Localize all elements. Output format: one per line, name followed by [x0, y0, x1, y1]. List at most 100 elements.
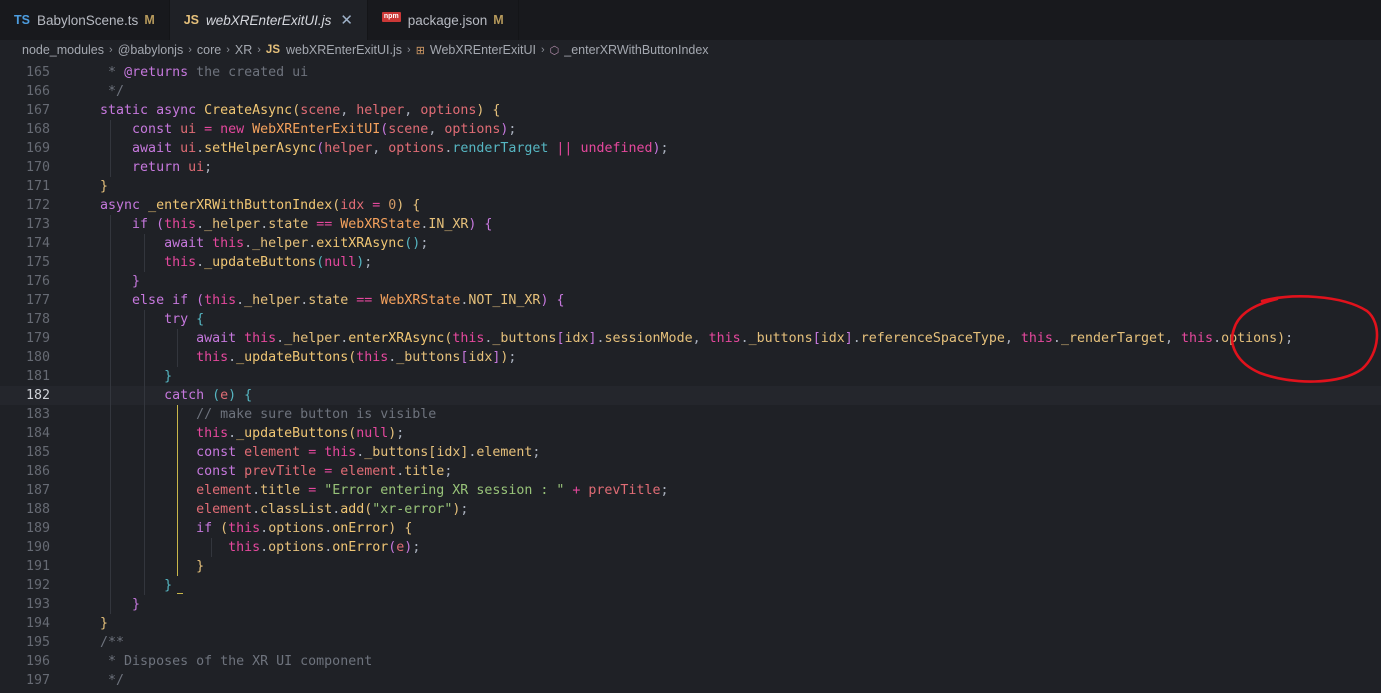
code-line[interactable]: 191 } — [0, 557, 1381, 576]
code-token: } — [100, 179, 109, 194]
code-line[interactable]: 183 // make sure button is visible — [0, 405, 1381, 424]
tab-0[interactable]: TS BabylonScene.ts M — [0, 0, 170, 40]
indent-guide — [177, 329, 178, 367]
code-token: await — [196, 331, 245, 346]
code-token: try — [164, 312, 197, 327]
code-line[interactable]: 173 if (this._helper.state == WebXRState… — [0, 215, 1381, 234]
code-line[interactable]: 165 * @returns the created ui — [0, 63, 1381, 82]
code-token: ( — [196, 293, 205, 308]
code-token: options — [268, 540, 325, 555]
line-number: 189 — [25, 521, 50, 536]
code-line[interactable]: 168 const ui = new WebXREnterExitUI(scen… — [0, 120, 1381, 139]
line-code: } — [76, 576, 172, 595]
code-line[interactable]: 184 this._updateButtons(null); — [0, 424, 1381, 443]
breadcrumb-item-3[interactable]: XR — [235, 43, 252, 57]
code-token: ; — [396, 426, 405, 441]
breadcrumb-label: @babylonjs — [117, 43, 184, 57]
code-token: { — [404, 521, 413, 536]
code-line[interactable]: 178 try { — [0, 310, 1381, 329]
code-line[interactable]: 169 await ui.setHelperAsync(helper, opti… — [0, 139, 1381, 158]
line-number: 168 — [25, 122, 50, 137]
code-line[interactable]: 179 await this._helper.enterXRAsync(this… — [0, 329, 1381, 348]
tab-2[interactable]: npm package.json M — [368, 0, 519, 40]
line-number: 183 — [25, 407, 50, 422]
breadcrumb-item-1[interactable]: @babylonjs — [118, 43, 184, 57]
code-line[interactable]: 181 } — [0, 367, 1381, 386]
chevron-right-icon: › — [188, 44, 192, 56]
code-token: ) — [468, 217, 485, 232]
breadcrumb-item-0[interactable]: node_modules — [22, 43, 104, 57]
code-token: await — [164, 236, 213, 251]
code-line[interactable]: 176 } — [0, 272, 1381, 291]
code-line[interactable]: 193 } — [0, 595, 1381, 614]
close-icon[interactable]: ✕ — [340, 11, 353, 29]
code-line[interactable]: 186 const prevTitle = element.title; — [0, 462, 1381, 481]
line-number: 190 — [25, 540, 50, 555]
code-line[interactable]: 188 element.classList.add("xr-error"); — [0, 500, 1381, 519]
code-line[interactable]: 166 */ — [0, 82, 1381, 101]
code-token: idx — [564, 331, 589, 346]
code-token: async — [156, 103, 205, 118]
code-editor[interactable]: 165 * @returns the created ui 166 */167 s… — [0, 60, 1381, 693]
code-token: . — [196, 255, 205, 270]
code-line[interactable]: 170 return ui; — [0, 158, 1381, 177]
code-line[interactable]: 167 static async CreateAsync(scene, help… — [0, 101, 1381, 120]
breadcrumb-item-4[interactable]: JS webXREnterExitUI.js — [266, 43, 402, 57]
line-number: 172 — [25, 198, 50, 213]
code-line[interactable]: 172 async _enterXRWithButtonIndex(idx = … — [0, 196, 1381, 215]
code-line[interactable]: 194 } — [0, 614, 1381, 633]
tab-1[interactable]: JS webXREnterExitUI.js ✕ — [169, 0, 368, 40]
code-token: ( — [212, 388, 221, 403]
code-token: this — [164, 255, 197, 270]
line-code: // make sure button is visible — [76, 405, 436, 424]
line-code: const element = this._buttons[idx].eleme… — [76, 443, 540, 462]
code-token: } — [164, 578, 173, 593]
code-token: static — [100, 103, 157, 118]
code-line[interactable]: 195 /** — [0, 633, 1381, 652]
code-token: idx — [340, 198, 373, 213]
line-number: 180 — [25, 350, 50, 365]
code-token: } — [132, 597, 141, 612]
line-code: } — [76, 595, 140, 614]
code-token: ) — [540, 293, 557, 308]
code-token: * Disposes of the XR UI component — [108, 654, 373, 669]
code-line[interactable]: 189 if (this.options.onError) { — [0, 519, 1381, 538]
breadcrumb: node_modules › @babylonjs › core › XR › JS webXRE… — [0, 40, 1381, 60]
code-line[interactable]: 177 else if (this._helper.state == WebXR… — [0, 291, 1381, 310]
code-line[interactable]: 192 } — [0, 576, 1381, 595]
code-token: scene — [300, 103, 341, 118]
breadcrumb-item-6[interactable]: ⬡ _enterXRWithButtonIndex — [550, 43, 709, 57]
code-token: ] — [844, 331, 853, 346]
code-token: WebXREnterExitUI — [252, 122, 381, 137]
code-token: = — [324, 464, 341, 479]
line-code: this.options.onError(e); — [76, 538, 420, 557]
code-line[interactable]: 175 this._updateButtons(null); — [0, 253, 1381, 272]
code-token: return — [132, 160, 189, 175]
code-line[interactable]: 197 */ — [0, 671, 1381, 690]
code-line[interactable]: 180 this._updateButtons(this._buttons[id… — [0, 348, 1381, 367]
code-token: null — [324, 255, 357, 270]
code-line[interactable]: 196 * Disposes of the XR UI component — [0, 652, 1381, 671]
line-number: 174 — [25, 236, 50, 251]
breadcrumb-label: webXREnterExitUI.js — [286, 43, 403, 57]
code-line[interactable]: 174 await this._helper.exitXRAsync(); — [0, 234, 1381, 253]
code-line[interactable]: 190 this.options.onError(e); — [0, 538, 1381, 557]
breadcrumb-item-5[interactable]: ⊞ WebXREnterExitUI — [416, 43, 536, 57]
line-code: } — [76, 272, 140, 291]
code-line[interactable]: 171 } — [0, 177, 1381, 196]
code-line[interactable]: 185 const element = this._buttons[idx].e… — [0, 443, 1381, 462]
line-code: static async CreateAsync(scene, helper, … — [76, 101, 500, 120]
code-line[interactable]: 187 element.title = "Error entering XR s… — [0, 481, 1381, 500]
code-line[interactable]: 182 catch (e) { — [0, 386, 1381, 405]
line-number: 179 — [25, 331, 50, 346]
breadcrumb-item-2[interactable]: core — [197, 43, 221, 57]
code-token: if — [196, 521, 221, 536]
